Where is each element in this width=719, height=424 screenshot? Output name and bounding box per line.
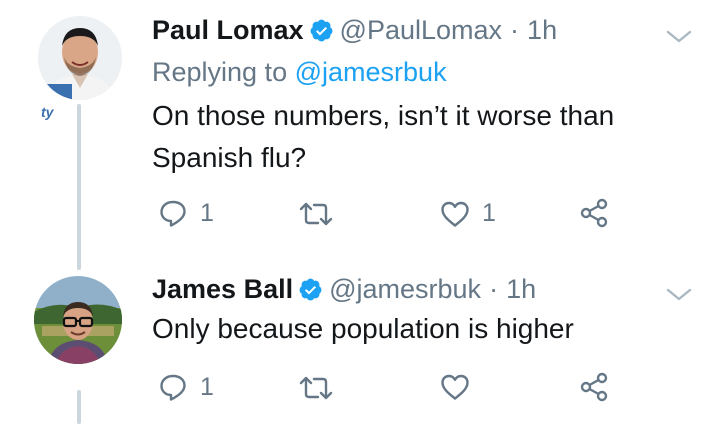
separator-dot: ·: [489, 274, 499, 304]
like-icon: [441, 374, 469, 400]
tweet-time[interactable]: 1h: [506, 273, 536, 305]
chevron-down-icon[interactable]: [664, 284, 694, 304]
share-icon: [580, 198, 608, 228]
reply-button[interactable]: 1: [158, 198, 214, 228]
retweet-icon: [299, 202, 333, 226]
reply-count: 1: [200, 198, 214, 227]
verified-badge-icon: [299, 278, 322, 300]
author-name[interactable]: Paul Lomax: [152, 14, 304, 46]
tweet-time[interactable]: 1h: [527, 14, 557, 46]
retweet-button[interactable]: [298, 374, 346, 402]
like-button[interactable]: 1: [440, 199, 496, 228]
verified-badge-icon: [310, 19, 332, 41]
tweet-paul-lomax[interactable]: ty Paul Lomax @PaulLomax · 1h Replying t…: [0, 0, 719, 250]
share-icon: [580, 372, 608, 402]
avatar[interactable]: [38, 16, 122, 100]
like-icon: [441, 201, 469, 227]
separator-dot: ·: [510, 15, 520, 45]
reply-count: 1: [200, 372, 214, 401]
reply-button[interactable]: 1: [158, 372, 214, 402]
avatar-badge-text: ty: [41, 104, 54, 120]
like-button[interactable]: [440, 373, 482, 401]
retweet-button[interactable]: [298, 200, 346, 228]
replying-to-prefix: Replying to: [152, 57, 288, 87]
tweet-text: On those numbers, isn’t it worse than Sp…: [152, 100, 615, 173]
retweet-icon: [299, 376, 333, 400]
like-count: 1: [482, 199, 496, 227]
share-button[interactable]: [579, 198, 609, 228]
reply-icon: [160, 374, 186, 401]
author-name[interactable]: James Ball: [152, 273, 293, 305]
author-handle[interactable]: @jamesrbuk: [329, 273, 481, 305]
tweet-text: Only because population is higher: [152, 313, 574, 344]
avatar[interactable]: [34, 276, 122, 364]
share-button[interactable]: [579, 372, 609, 402]
tweet-header: James Ball @jamesrbuk · 1h: [152, 273, 536, 305]
reply-icon: [160, 200, 186, 227]
chevron-down-icon[interactable]: [664, 26, 694, 46]
replying-to-mention[interactable]: @jamesrbuk: [295, 57, 447, 87]
author-handle[interactable]: @PaulLomax: [340, 14, 503, 46]
tweet-james-ball[interactable]: James Ball @jamesrbuk · 1h Only because …: [0, 268, 719, 424]
replying-to-line: Replying to @jamesrbuk: [152, 56, 447, 88]
tweet-header: Paul Lomax @PaulLomax · 1h: [152, 14, 557, 46]
